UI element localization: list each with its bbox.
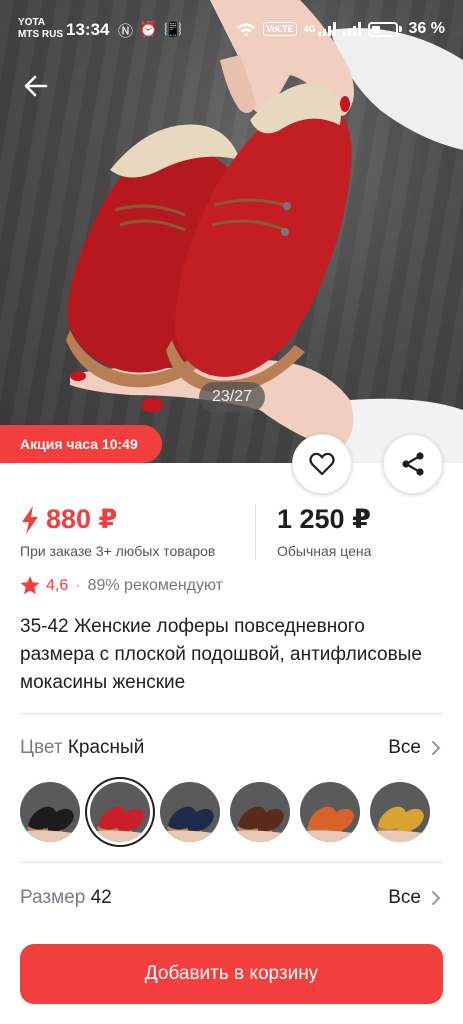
color-swatch-brown[interactable] [230,782,290,842]
add-to-cart-button[interactable]: Добавить в корзину [20,944,443,1004]
lightning-icon [22,505,38,534]
back-button[interactable] [20,70,52,102]
size-value: 42 [90,887,112,908]
chevron-right-icon [432,891,441,905]
sale-price-note: При заказе 3+ любых товаров [20,543,216,559]
swatch-thumbnail [20,782,80,842]
wifi-icon [237,23,256,36]
battery-tip [398,26,402,32]
volte-icon: VoLTE [263,22,297,36]
recommend-text: 89% рекомендуют [87,576,223,594]
signal-icon-2 [342,22,361,36]
color-label-row: Цвет Красный [20,737,144,759]
sale-price: 880 ₽ [20,504,215,535]
rating-value: 4,6 [46,576,69,594]
nfc-icon: Ⓝ [118,23,134,40]
chevron-right-icon [432,741,441,755]
color-label: Цвет [20,737,63,758]
rating-row[interactable]: 4,6 · 89% рекомендуют [20,576,223,595]
size-all-label: Все [388,887,421,908]
heart-icon [309,452,335,476]
gallery-counter: 23/27 [199,382,265,412]
size-all-button[interactable]: Все [388,887,441,909]
swatch-thumbnail [90,782,150,842]
price-divider [255,504,256,560]
regular-price-note: Обычная цена [277,543,372,559]
color-all-label: Все [388,737,421,758]
sale-price-value: 880 ₽ [46,504,118,534]
vibrate-icon: 📳 [163,21,183,38]
signal-icon [317,22,336,36]
star-icon [20,576,40,595]
color-swatches [20,782,430,842]
regular-price: 1 250 ₽ [277,504,371,534]
sale-price-section: 880 ₽ При заказе 3+ любых товаров [20,504,215,559]
regular-price-section: 1 250 ₽ Обычная цена [277,504,371,559]
rating-separator: · [75,576,81,594]
color-swatch-red[interactable] [90,782,150,842]
share-icon [402,452,424,476]
arrow-left-icon [24,75,48,97]
carrier-name: YOTA MTS RUS [18,17,63,40]
swatch-thumbnail [160,782,220,842]
promo-badge: Акция часа 10:49 [0,425,162,463]
size-label-row: Размер 42 [20,887,112,909]
battery-icon [367,21,398,37]
network-type: 4G [303,24,316,34]
status-bar: YOTA MTS RUS 13:34 Ⓝ ⏰ 📳 VoLTE 4G 36 % [0,0,463,58]
clock: 13:34 [66,20,110,39]
price-block: 880 ₽ При заказе 3+ любых товаров 1 250 … [20,504,443,564]
color-value: Красный [67,737,145,758]
color-swatch-black[interactable] [20,782,80,842]
status-icons-left: Ⓝ ⏰ 📳 [118,20,182,41]
swatch-thumbnail [370,782,430,842]
color-swatch-navy[interactable] [160,782,220,842]
color-swatch-orange[interactable] [300,782,360,842]
swatch-thumbnail [230,782,290,842]
product-title: 35-42 Женские лоферы повседневного разме… [20,616,422,693]
favorite-button[interactable] [292,434,352,494]
share-button[interactable] [383,434,443,494]
color-swatch-yellow[interactable] [370,782,430,842]
alarm-icon: ⏰ [139,21,158,38]
divider [20,713,443,714]
size-label: Размер [20,887,86,908]
battery-percent: 36 % [408,20,445,37]
color-all-button[interactable]: Все [388,737,441,759]
divider [20,862,443,863]
status-icons-right: VoLTE 4G 36 % [236,20,445,38]
swatch-thumbnail [300,782,360,842]
